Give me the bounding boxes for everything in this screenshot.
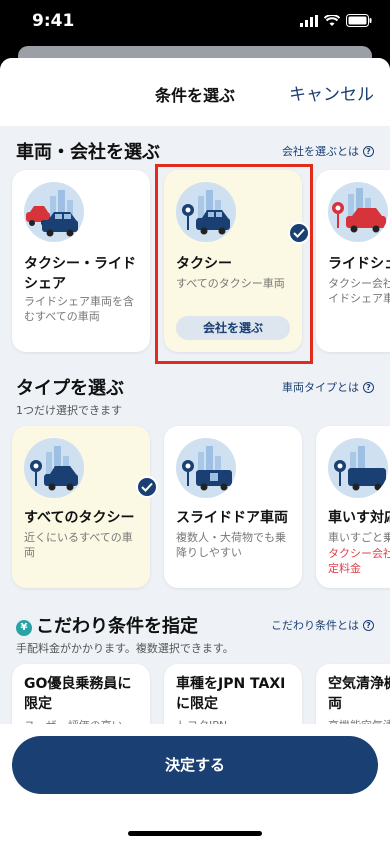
- signal-icon: [300, 14, 318, 27]
- cancel-button[interactable]: キャンセル: [289, 80, 374, 105]
- type-section-header: タイプを選ぶ 1つだけ選択できます 車両タイプとは ?: [16, 374, 374, 418]
- yen-icon: ¥: [16, 620, 32, 636]
- status-icons: [300, 14, 372, 27]
- preference-info-link-label: こだわり条件とは: [271, 619, 359, 632]
- card-title: スライドドア車両: [176, 510, 288, 526]
- card-description: ライドシェア車両を含むすべての車両: [24, 295, 134, 323]
- card-taxi-rideshare[interactable]: タクシー・ライドシェア ライドシェア車両を含むすべての車両: [12, 170, 150, 352]
- card-description: 近くにいるすべての車両: [24, 531, 133, 559]
- wifi-icon: [324, 14, 340, 26]
- card-title: 車種をJPN TAXIに限定: [176, 676, 286, 712]
- all-taxis-illustration-icon: [24, 438, 84, 498]
- card-wheelchair[interactable]: 車いす対応 車いすごと乗車 タクシー会社・車両指定料金: [316, 426, 390, 588]
- sheet-header: 条件を選ぶ キャンセル: [0, 58, 390, 126]
- battery-icon: [346, 14, 372, 27]
- rideshare-illustration-icon: [328, 182, 388, 242]
- card-slide-door[interactable]: スライドドア車両 複数人・大荷物でも乗降りしやすい: [164, 426, 302, 588]
- card-note: タクシー会社・車両指定料金: [328, 547, 390, 575]
- preference-section-title-label: こだわり条件を指定: [36, 616, 198, 637]
- slide-door-illustration-icon: [176, 438, 236, 498]
- company-info-link[interactable]: 会社を選ぶとは ?: [282, 143, 374, 159]
- preference-section-header: ¥ こだわり条件を指定 手配料金がかかります。複数選択できます。 こだわり条件とは…: [16, 612, 374, 656]
- wheelchair-taxi-illustration-icon: [328, 438, 388, 498]
- vehicle-type-info-link[interactable]: 車両タイプとは ?: [282, 379, 374, 395]
- vehicle-section-header: 車両・会社を選ぶ 会社を選ぶとは ?: [16, 138, 374, 164]
- help-icon: ?: [363, 619, 374, 631]
- help-icon: ?: [363, 145, 374, 157]
- confirm-button[interactable]: 決定する: [12, 736, 378, 794]
- card-rideshare[interactable]: ライドシェ タクシー会社によるライドシェア車両: [316, 170, 390, 352]
- sheet-footer: 決定する: [0, 724, 390, 844]
- card-title: 空気清浄機搭載車両: [328, 676, 390, 712]
- card-title: タクシー・ライドシェア: [24, 256, 136, 292]
- type-section-subtitle: 1つだけ選択できます: [16, 404, 122, 417]
- taxi-rideshare-illustration-icon: [24, 182, 84, 242]
- preference-section-subtitle: 手配料金がかかります。複数選択できます。: [16, 642, 234, 655]
- home-indicator: [128, 831, 262, 836]
- card-title: GO優良乗務員に限定: [24, 676, 132, 712]
- status-time: 9:41: [32, 11, 75, 31]
- card-description: 車いすごと乗車: [328, 531, 390, 544]
- help-icon: ?: [363, 381, 374, 393]
- condition-sheet: 条件を選ぶ キャンセル 車両・会社を選ぶ 会社を選ぶとは ? タクシー・ライドシ…: [0, 58, 390, 844]
- card-all-taxis[interactable]: すべてのタクシー 近くにいるすべての車両: [12, 426, 150, 588]
- vehicle-type-info-link-label: 車両タイプとは: [282, 381, 359, 394]
- company-info-link-label: 会社を選ぶとは: [282, 145, 359, 158]
- card-description: 複数人・大荷物でも乗降りしやすい: [176, 531, 286, 559]
- card-title: すべてのタクシー: [24, 510, 135, 526]
- highlight-box: [155, 164, 313, 364]
- status-bar: 9:41: [0, 0, 390, 46]
- card-title: 車いす対応: [328, 510, 390, 526]
- selected-check-icon: [136, 476, 158, 498]
- preference-info-link[interactable]: こだわり条件とは ?: [271, 617, 374, 633]
- card-description: タクシー会社によるライドシェア車両: [328, 277, 390, 305]
- card-title: ライドシェ: [328, 256, 390, 272]
